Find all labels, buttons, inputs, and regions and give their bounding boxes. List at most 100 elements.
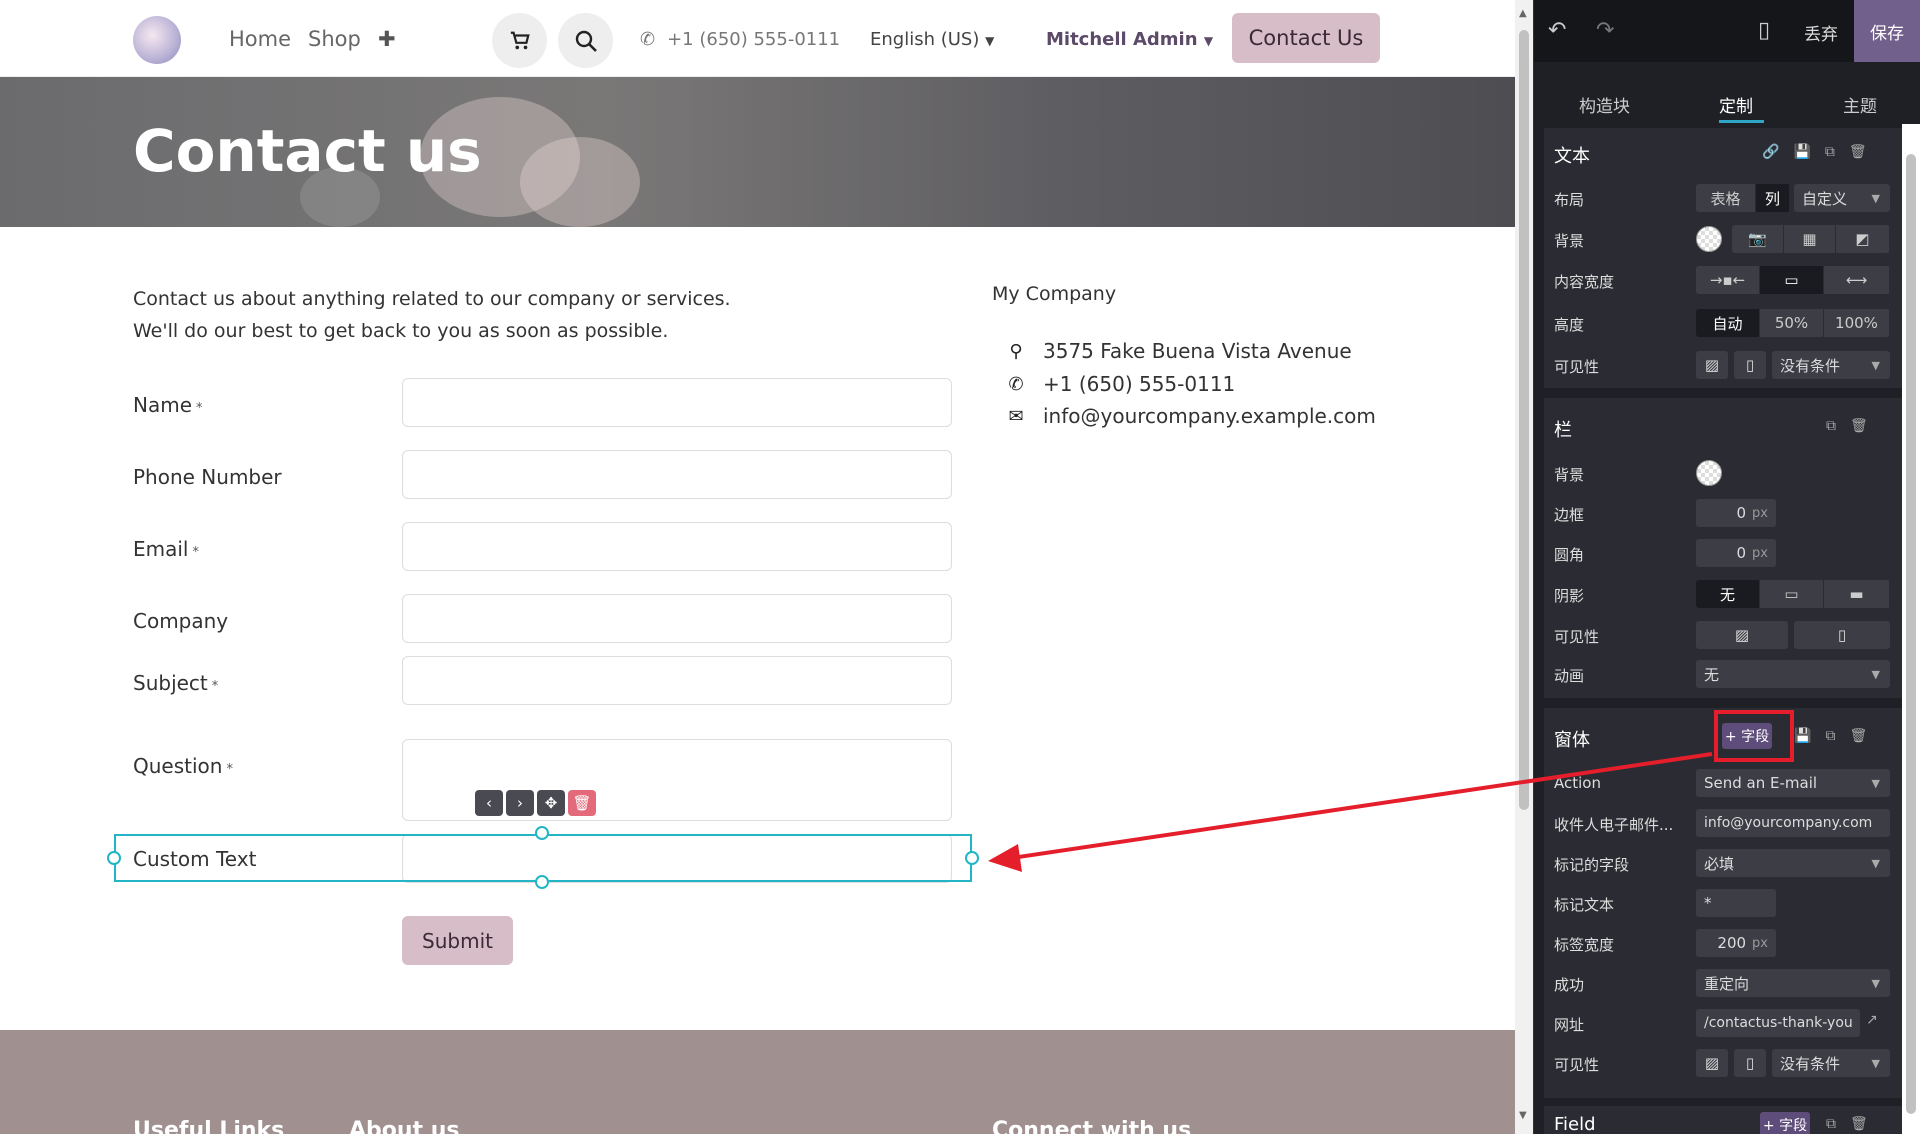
width-full-icon[interactable]: ⟷ [1824,266,1890,294]
height-100[interactable]: 100% [1824,309,1890,337]
shadow-outset-icon[interactable]: ▭ [1760,580,1824,608]
hide-mobile-icon[interactable]: ▯ [1734,351,1766,379]
tab-theme[interactable]: 主题 [1843,92,1877,117]
success-select[interactable]: 重定向 ▼ [1696,969,1890,997]
hide-mobile-icon[interactable]: ▯ [1794,621,1890,649]
background-color-swatch[interactable] [1696,226,1722,252]
preview-scrollbar[interactable]: ▲ ▼ [1515,0,1533,1134]
label-width-input[interactable]: 200 px [1696,929,1776,957]
trash-icon[interactable]: 🗑 [568,790,596,816]
duplicate-icon[interactable]: ⧉ [1825,144,1835,160]
tab-blocks[interactable]: 构造块 [1579,92,1630,117]
text-section [1544,128,1910,388]
user-menu[interactable]: Mitchell Admin ▼ [1046,29,1213,50]
resize-handle-right[interactable] [965,851,979,865]
marked-fields-select[interactable]: 必填 ▼ [1696,849,1890,877]
height-auto[interactable]: 自动 [1696,309,1760,337]
form-visibility-condition-select[interactable]: 没有条件 ▼ [1772,1049,1890,1077]
search-icon[interactable] [558,13,613,68]
duplicate-icon[interactable]: ⧉ [1825,728,1835,744]
radius-input[interactable]: 0 px [1696,539,1776,567]
shadow-toggle[interactable]: 无 ▭ ▬ [1696,580,1890,608]
subject-input[interactable] [402,656,952,705]
visibility-condition-select[interactable]: 没有条件 ▼ [1772,351,1890,379]
field-add-button[interactable]: + 字段 [1760,1112,1810,1134]
resize-handle-top[interactable] [535,826,549,840]
label-content-width: 内容宽度 [1554,273,1615,291]
label-visibility: 可见性 [1554,358,1600,376]
scroll-up-icon[interactable]: ▲ [1519,8,1527,19]
animation-select[interactable]: 无 ▼ [1696,660,1890,688]
drag-move-icon[interactable]: ✥ [537,790,565,816]
move-right-icon[interactable]: › [506,790,534,816]
mobile-preview-icon[interactable]: ▯ [1758,18,1770,43]
nav-add-icon[interactable]: ✚ [378,27,396,51]
trash-icon[interactable]: 🗑 [1849,728,1867,744]
background-options[interactable]: 📷 ▦ ◩ [1732,225,1890,253]
caret-down-icon: ▼ [1871,667,1880,681]
link-icon[interactable]: 🔗 [1762,144,1779,160]
phone-input[interactable] [402,450,952,499]
language-selector[interactable]: English (US) ▼ [870,29,994,50]
trash-icon[interactable]: 🗑 [1850,418,1868,434]
scroll-down-icon[interactable]: ▼ [1519,1110,1527,1121]
save-button[interactable]: 保存 [1854,0,1920,62]
company-email: ✉ info@yourcompany.example.com [1005,404,1375,428]
move-left-icon[interactable]: ‹ [475,790,503,816]
hide-mobile-icon[interactable]: ▯ [1734,1049,1766,1077]
layout-custom-select[interactable]: 自定义 ▼ [1794,184,1890,212]
nav-shop[interactable]: Shop [308,27,361,51]
nav-home[interactable]: Home [229,27,291,51]
recipient-input[interactable]: info@yourcompany.com [1696,809,1890,837]
company-input[interactable] [402,594,952,643]
save-block-icon[interactable]: 💾 [1793,144,1810,160]
label-name: Name * [133,393,203,417]
name-input[interactable] [402,378,952,427]
nav-phone[interactable]: ✆ +1 (650) 555-0111 [640,29,840,50]
panel-scroll-thumb[interactable] [1906,154,1916,1114]
action-select[interactable]: Send an E-mail ▼ [1696,769,1890,797]
panel-scrollbar[interactable] [1902,124,1920,1134]
layout-columns[interactable]: 列 [1756,184,1790,212]
site-logo[interactable] [133,16,181,64]
resize-handle-left[interactable] [107,851,121,865]
tab-customize[interactable]: 定制 [1719,92,1753,117]
duplicate-icon[interactable]: ⧉ [1826,1116,1836,1132]
height-50[interactable]: 50% [1760,309,1824,337]
hide-desktop-icon[interactable]: ▨ [1696,621,1788,649]
width-regular-icon[interactable]: ▭ [1760,266,1824,294]
shadow-none[interactable]: 无 [1696,580,1760,608]
column-section-tools: ⧉ 🗑 [1826,418,1868,434]
email-input[interactable] [402,522,952,571]
contact-us-button[interactable]: Contact Us [1232,13,1380,63]
external-link-icon[interactable]: ↗ [1866,1012,1878,1028]
height-toggle[interactable]: 自动 50% 100% [1696,309,1890,337]
video-icon[interactable]: ▦ [1784,225,1836,253]
camera-icon[interactable]: 📷 [1732,225,1784,253]
resize-handle-bottom[interactable] [535,875,549,889]
mark-text-input[interactable]: * [1696,889,1776,917]
discard-button[interactable]: 丢弃 [1804,20,1838,45]
hide-desktop-icon[interactable]: ▨ [1696,1049,1728,1077]
redo-icon[interactable]: ↷ [1596,18,1614,43]
shape-icon[interactable]: ◩ [1836,225,1890,253]
scroll-thumb[interactable] [1519,30,1529,810]
hide-desktop-icon[interactable]: ▨ [1696,351,1728,379]
cart-icon[interactable] [492,13,547,68]
map-marker-icon: ⚲ [1009,340,1023,362]
layout-toggle[interactable]: 表格 列 [1696,184,1790,212]
trash-icon[interactable]: 🗑 [1850,1116,1868,1132]
trash-icon[interactable]: 🗑 [1849,144,1867,160]
border-input[interactable]: 0 px [1696,499,1776,527]
label-email: Email * [133,537,199,561]
column-color-swatch[interactable] [1696,460,1722,486]
width-small-icon[interactable]: →▪← [1696,266,1760,294]
layout-grid[interactable]: 表格 [1696,184,1756,212]
duplicate-icon[interactable]: ⧉ [1826,418,1836,434]
save-block-icon[interactable]: 💾 [1794,728,1811,744]
undo-icon[interactable]: ↶ [1548,18,1566,43]
url-input[interactable]: /contactus-thank-you [1696,1009,1860,1037]
content-width-toggle[interactable]: →▪← ▭ ⟷ [1696,266,1890,294]
submit-button[interactable]: Submit [402,916,513,965]
shadow-inset-icon[interactable]: ▬ [1824,580,1890,608]
